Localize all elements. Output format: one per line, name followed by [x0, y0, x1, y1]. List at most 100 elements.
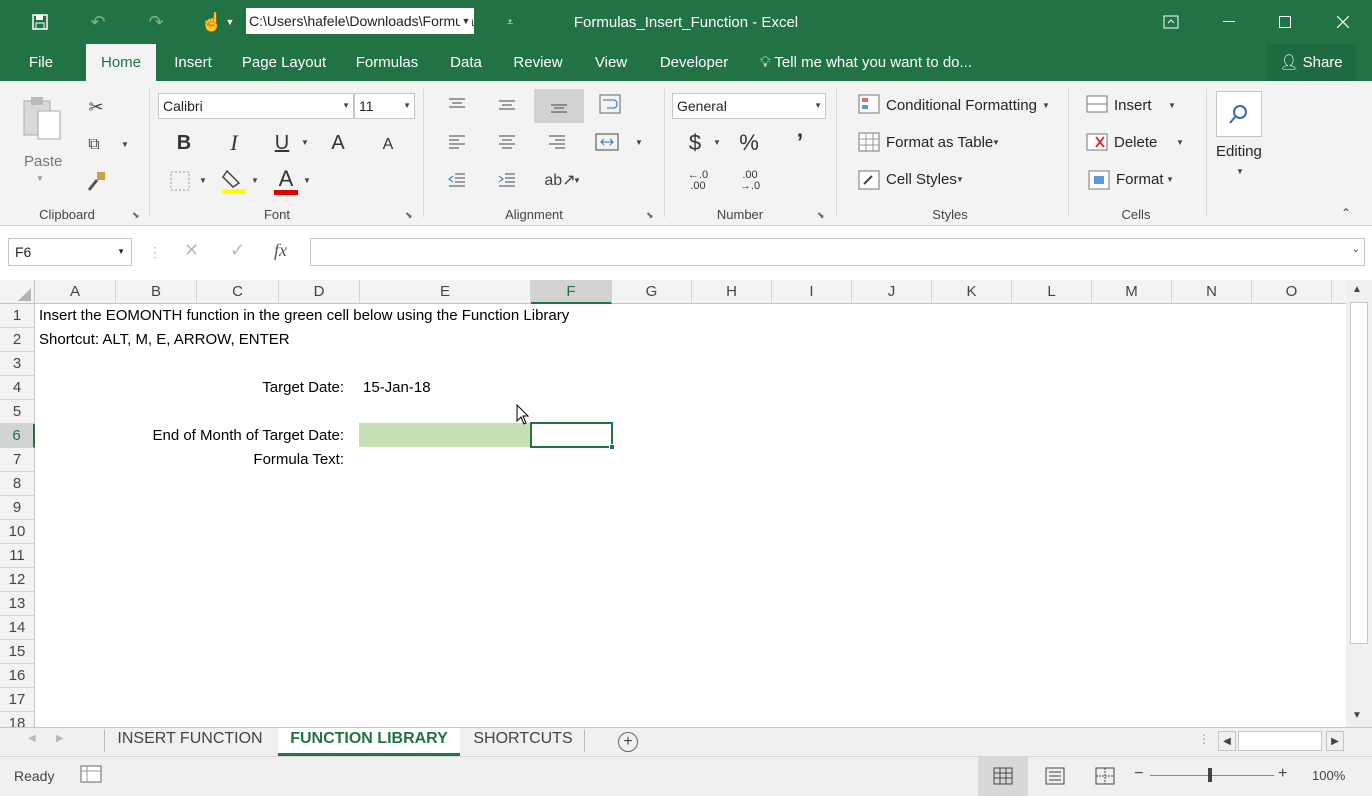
column-header-b[interactable]: B — [116, 280, 197, 304]
row-header[interactable]: 12 — [0, 568, 35, 592]
decrease-indent-icon[interactable] — [444, 167, 470, 193]
customize-qat-icon[interactable]: ⩡ — [496, 8, 524, 36]
cell-styles-dropdown-icon[interactable]: ▼ — [954, 173, 966, 185]
name-box[interactable]: F6 ▼ — [8, 238, 132, 266]
font-launcher-icon[interactable]: ⬊ — [405, 210, 413, 221]
row-header[interactable]: 16 — [0, 664, 35, 688]
column-header-m[interactable]: M — [1092, 280, 1172, 304]
insert-cells-dropdown-icon[interactable]: ▼ — [1166, 99, 1178, 111]
format-as-table-icon[interactable] — [856, 129, 882, 155]
tab-data[interactable]: Data — [440, 44, 492, 81]
minimize-icon[interactable] — [1200, 0, 1258, 44]
row-header[interactable]: 9 — [0, 496, 35, 520]
add-sheet-icon[interactable]: + — [618, 732, 638, 752]
fill-handle[interactable] — [609, 444, 615, 450]
column-header-h[interactable]: H — [692, 280, 772, 304]
sheet-tab-insert-function[interactable]: INSERT FUNCTION — [110, 728, 270, 756]
scroll-left-icon[interactable]: ◀ — [1218, 731, 1236, 751]
align-right-icon[interactable] — [544, 129, 570, 155]
share-button[interactable]: 👤︎ Share — [1266, 44, 1356, 81]
scroll-right-icon[interactable]: ▶ — [1326, 731, 1344, 751]
tab-review[interactable]: Review — [506, 44, 570, 81]
scroll-up-icon[interactable]: ▲ — [1352, 284, 1362, 295]
tab-insert[interactable]: Insert — [166, 44, 220, 81]
select-all-corner[interactable] — [0, 280, 35, 304]
currency-button[interactable]: $ — [682, 129, 708, 157]
fill-color-icon[interactable] — [218, 165, 250, 197]
horizontal-scroll-thumb[interactable] — [1238, 731, 1322, 751]
alignment-launcher-icon[interactable]: ⬊ — [646, 210, 654, 221]
row-header[interactable]: 13 — [0, 592, 35, 616]
orientation-dropdown-icon[interactable]: ▼ — [570, 173, 584, 187]
row-header[interactable]: 18 — [0, 712, 35, 727]
bold-button[interactable]: B — [170, 129, 198, 157]
zoom-in-icon[interactable]: + — [1278, 765, 1287, 783]
row-header[interactable]: 4 — [0, 376, 35, 400]
column-header-n[interactable]: N — [1172, 280, 1252, 304]
column-header-o[interactable]: O — [1252, 280, 1332, 304]
format-cells-dropdown-icon[interactable]: ▼ — [1164, 173, 1176, 185]
format-as-table-button[interactable]: Format as Table — [886, 134, 993, 151]
editing-dropdown-icon[interactable]: ▼ — [1234, 165, 1246, 177]
macro-record-icon[interactable] — [80, 765, 102, 786]
increase-font-size-button[interactable]: A — [324, 129, 352, 157]
column-header-a[interactable]: A — [35, 280, 116, 304]
row-header[interactable]: 14 — [0, 616, 35, 640]
tab-formulas[interactable]: Formulas — [348, 44, 426, 81]
tab-home[interactable]: Home — [86, 44, 156, 81]
font-size-select[interactable]: 11 ▼ — [354, 93, 415, 119]
column-header-g[interactable]: G — [612, 280, 692, 304]
fill-color-dropdown-icon[interactable]: ▼ — [248, 173, 262, 187]
scroll-down-icon[interactable]: ▼ — [1352, 710, 1362, 721]
cell-a2[interactable]: Shortcut: ALT, M, E, ARROW, ENTER — [39, 328, 290, 352]
format-painter-icon[interactable] — [82, 167, 110, 195]
paste-button[interactable]: Paste — [24, 153, 62, 170]
row-header[interactable]: 1 — [0, 304, 35, 328]
copy-icon[interactable]: ⧉ — [82, 131, 106, 159]
increase-decimal-button[interactable]: ←.0 .00 — [682, 167, 714, 195]
column-header-p[interactable] — [1332, 280, 1346, 304]
collapse-ribbon-icon[interactable]: ⌃ — [1336, 205, 1356, 221]
ribbon-display-options-icon[interactable] — [1142, 0, 1200, 44]
insert-cells-icon[interactable] — [1084, 91, 1110, 117]
paste-dropdown-icon[interactable]: ▼ — [34, 173, 46, 183]
worksheet-grid[interactable]: A B C D E F G H I J K L M N O 1 2 3 4 5 … — [0, 280, 1346, 727]
undo-icon[interactable]: ↶ — [84, 8, 112, 36]
normal-view-button[interactable] — [978, 757, 1028, 796]
split-handle-icon[interactable]: ⋮ — [1198, 732, 1210, 746]
copy-dropdown-icon[interactable]: ▼ — [118, 137, 132, 151]
row-header[interactable]: 2 — [0, 328, 35, 352]
clipboard-launcher-icon[interactable]: ⬊ — [132, 210, 140, 221]
zoom-slider-thumb[interactable] — [1208, 768, 1212, 782]
active-cell-f6[interactable] — [530, 422, 615, 450]
cell-e4[interactable]: 15-Jan-18 — [363, 376, 431, 400]
scroll-thumb[interactable] — [1350, 302, 1368, 644]
column-header-j[interactable]: J — [852, 280, 932, 304]
zoom-out-icon[interactable]: − — [1134, 765, 1143, 783]
sheet-tab-shortcuts[interactable]: SHORTCUTS — [468, 728, 578, 756]
tab-page-layout[interactable]: Page Layout — [234, 44, 334, 81]
column-header-d[interactable]: D — [279, 280, 360, 304]
column-header-c[interactable]: C — [197, 280, 279, 304]
italic-button[interactable]: I — [220, 129, 248, 157]
column-header-i[interactable]: I — [772, 280, 852, 304]
page-break-view-button[interactable] — [1080, 757, 1130, 796]
row-header[interactable]: 6 — [0, 424, 35, 448]
vertical-scrollbar[interactable]: ▲ ▼ — [1346, 280, 1372, 727]
cell-styles-button[interactable]: Cell Styles — [886, 171, 957, 188]
align-middle-icon[interactable] — [494, 91, 520, 117]
number-launcher-icon[interactable]: ⬊ — [817, 210, 825, 221]
close-icon[interactable] — [1314, 0, 1372, 44]
table-dropdown-icon[interactable]: ▼ — [990, 136, 1002, 148]
merge-center-icon[interactable] — [592, 129, 622, 155]
increase-indent-icon[interactable] — [494, 167, 520, 193]
tab-file[interactable]: File — [16, 44, 66, 81]
decrease-font-size-button[interactable]: A — [374, 131, 402, 159]
delete-cells-dropdown-icon[interactable]: ▼ — [1174, 136, 1186, 148]
delete-cells-icon[interactable] — [1084, 129, 1110, 155]
column-header-f[interactable]: F — [531, 280, 612, 304]
redo-icon[interactable]: ↷ — [142, 8, 170, 36]
row-header[interactable]: 7 — [0, 448, 35, 472]
row-header[interactable]: 10 — [0, 520, 35, 544]
tab-view[interactable]: View — [584, 44, 638, 81]
